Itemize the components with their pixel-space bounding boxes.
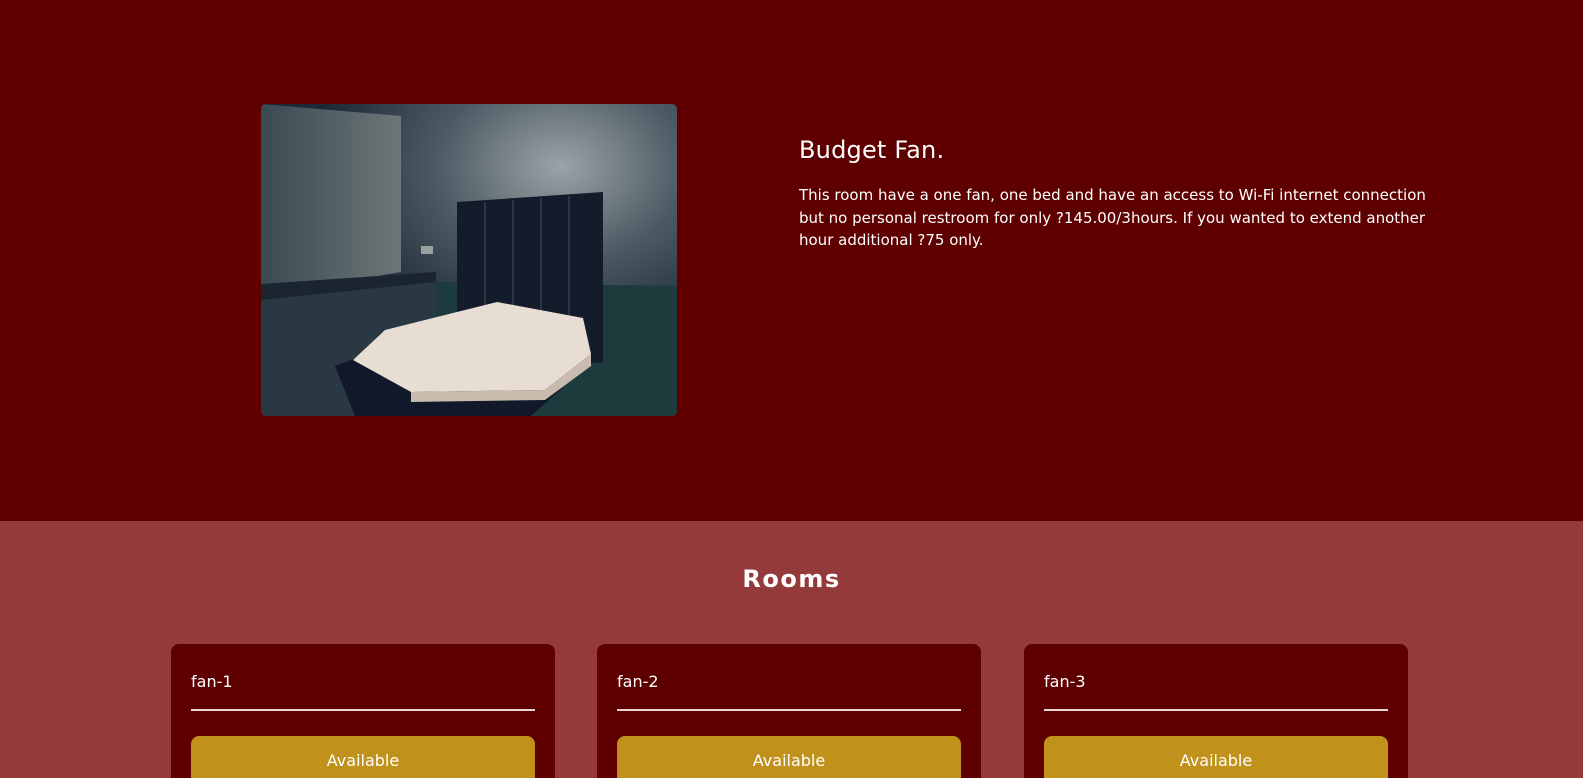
card-divider bbox=[1044, 709, 1388, 711]
room-card-name: fan-2 bbox=[617, 672, 659, 691]
available-button[interactable]: Available bbox=[617, 736, 961, 778]
page: Budget Fan. This room have a one fan, on… bbox=[0, 0, 1583, 778]
room-card-name: fan-1 bbox=[191, 672, 233, 691]
rooms-section: Rooms fan-1 Available fan-2 Available fa… bbox=[0, 521, 1583, 778]
room-photo bbox=[261, 104, 677, 416]
card-divider bbox=[191, 709, 535, 711]
available-button[interactable]: Available bbox=[191, 736, 535, 778]
rooms-heading: Rooms bbox=[742, 565, 841, 593]
available-button[interactable]: Available bbox=[1044, 736, 1388, 778]
room-info: Budget Fan. This room have a one fan, on… bbox=[799, 128, 1429, 252]
room-title: Budget Fan. bbox=[799, 136, 945, 164]
card-divider bbox=[617, 709, 961, 711]
room-card-fan-2: fan-2 Available bbox=[597, 644, 981, 778]
room-card-name: fan-3 bbox=[1044, 672, 1086, 691]
room-card-fan-3: fan-3 Available bbox=[1024, 644, 1408, 778]
room-detail-section: Budget Fan. This room have a one fan, on… bbox=[0, 0, 1583, 521]
room-card-fan-1: fan-1 Available bbox=[171, 644, 555, 778]
room-description: This room have a one fan, one bed and ha… bbox=[799, 186, 1426, 249]
